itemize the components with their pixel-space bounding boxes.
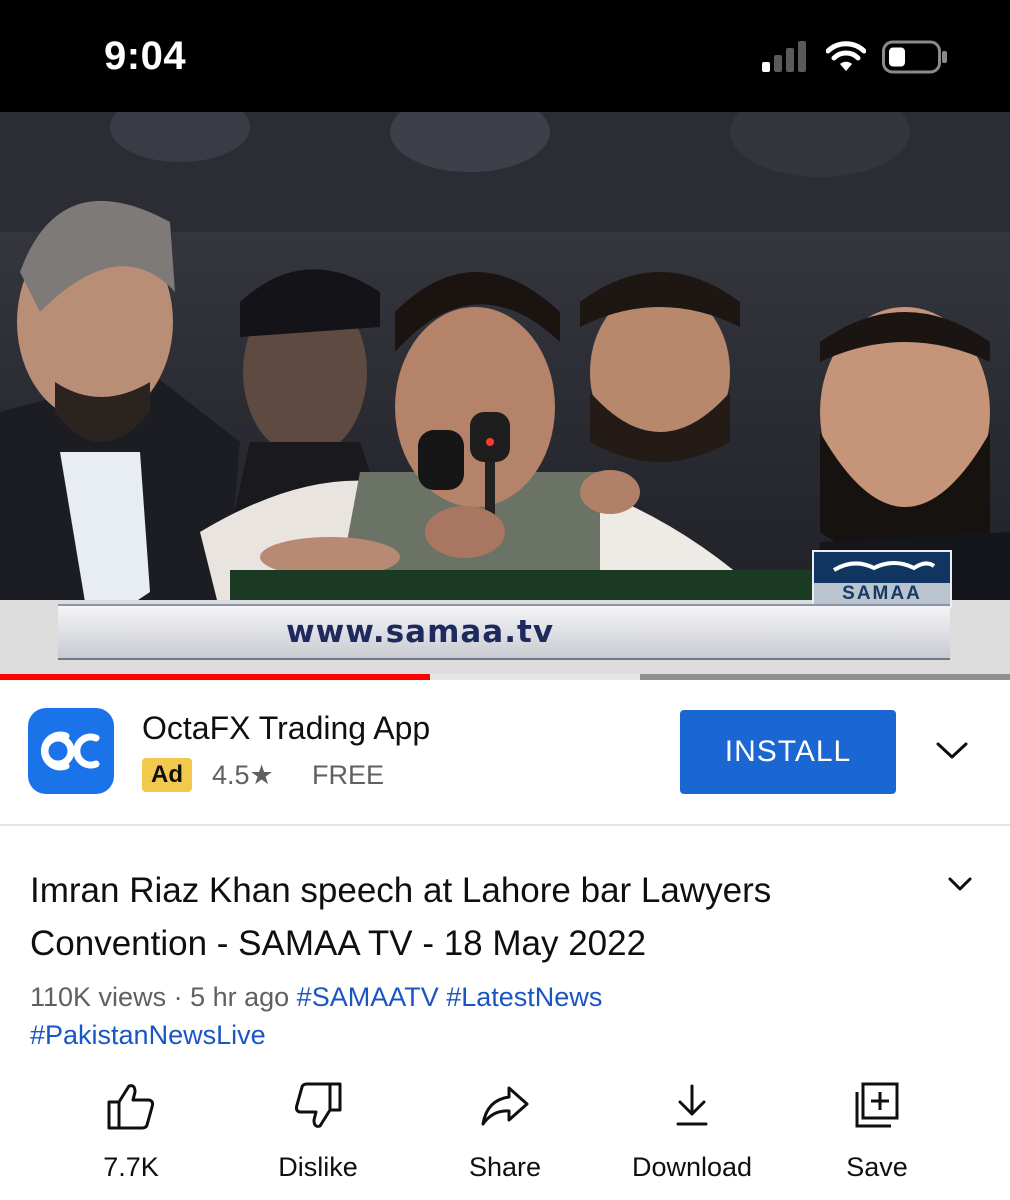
like-icon <box>107 1084 155 1130</box>
share-button[interactable]: Share <box>430 1080 580 1183</box>
status-bar: 9:04 <box>0 0 1010 112</box>
video-player[interactable]: SAMAA www.samaa.tv <box>0 112 1010 674</box>
channel-logo: SAMAA <box>812 550 952 608</box>
view-count: 110K views <box>30 982 167 1012</box>
hashtag-link[interactable]: #LatestNews <box>446 982 602 1012</box>
download-label: Download <box>631 1152 753 1182</box>
channel-logo-text: SAMAA <box>814 583 950 605</box>
dislike-label: Dislike <box>278 1152 358 1182</box>
action-bar: 7.7K Dislike Share Download Save <box>0 1080 1010 1200</box>
dislike-button[interactable]: Dislike <box>243 1080 393 1183</box>
save-playlist-icon <box>855 1082 899 1128</box>
description-expand-chevron-icon[interactable] <box>946 874 974 894</box>
video-ticker: www.samaa.tv <box>58 604 950 660</box>
hashtag-link[interactable]: #SAMAATV <box>297 982 439 1012</box>
upload-age: 5 hr ago <box>190 982 290 1012</box>
share-icon <box>481 1086 529 1126</box>
battery-icon <box>882 40 947 74</box>
download-button[interactable]: Download <box>617 1080 767 1183</box>
octafx-logo-icon <box>41 731 100 771</box>
meta-separator: · <box>166 982 191 1012</box>
download-icon <box>676 1084 708 1126</box>
ad-price: FREE <box>312 760 385 790</box>
save-button[interactable]: Save <box>802 1080 952 1183</box>
cellular-signal-icon <box>762 41 806 72</box>
save-label: Save <box>846 1152 908 1182</box>
share-label: Share <box>468 1152 542 1182</box>
ticker-text: www.samaa.tv <box>286 614 555 650</box>
ad-app-name: OctaFX Trading App <box>142 710 431 746</box>
ad-badge: Ad <box>142 758 192 792</box>
video-title[interactable]: Imran Riaz Khan speech at Lahore bar Law… <box>30 864 910 970</box>
video-meta: 110K views · 5 hr ago #SAMAATV #LatestNe… <box>30 978 930 1054</box>
like-count: 7.7K <box>103 1152 159 1182</box>
ad-expand-chevron-icon[interactable] <box>932 738 972 762</box>
ad-rating: 4.5★ <box>212 760 274 790</box>
hashtag-link[interactable]: #PakistanNewsLive <box>30 1020 266 1050</box>
like-button[interactable]: 7.7K <box>56 1080 206 1183</box>
channel-logo-urdu <box>832 561 936 572</box>
status-icons <box>762 40 948 74</box>
wifi-icon <box>826 41 866 71</box>
ad-banner[interactable]: OctaFX Trading App Ad 4.5★ FREE INSTALL <box>0 680 1010 826</box>
install-button[interactable]: INSTALL <box>680 710 896 794</box>
app-icon <box>28 708 114 794</box>
dislike-icon <box>294 1082 342 1128</box>
status-time: 9:04 <box>104 34 187 78</box>
